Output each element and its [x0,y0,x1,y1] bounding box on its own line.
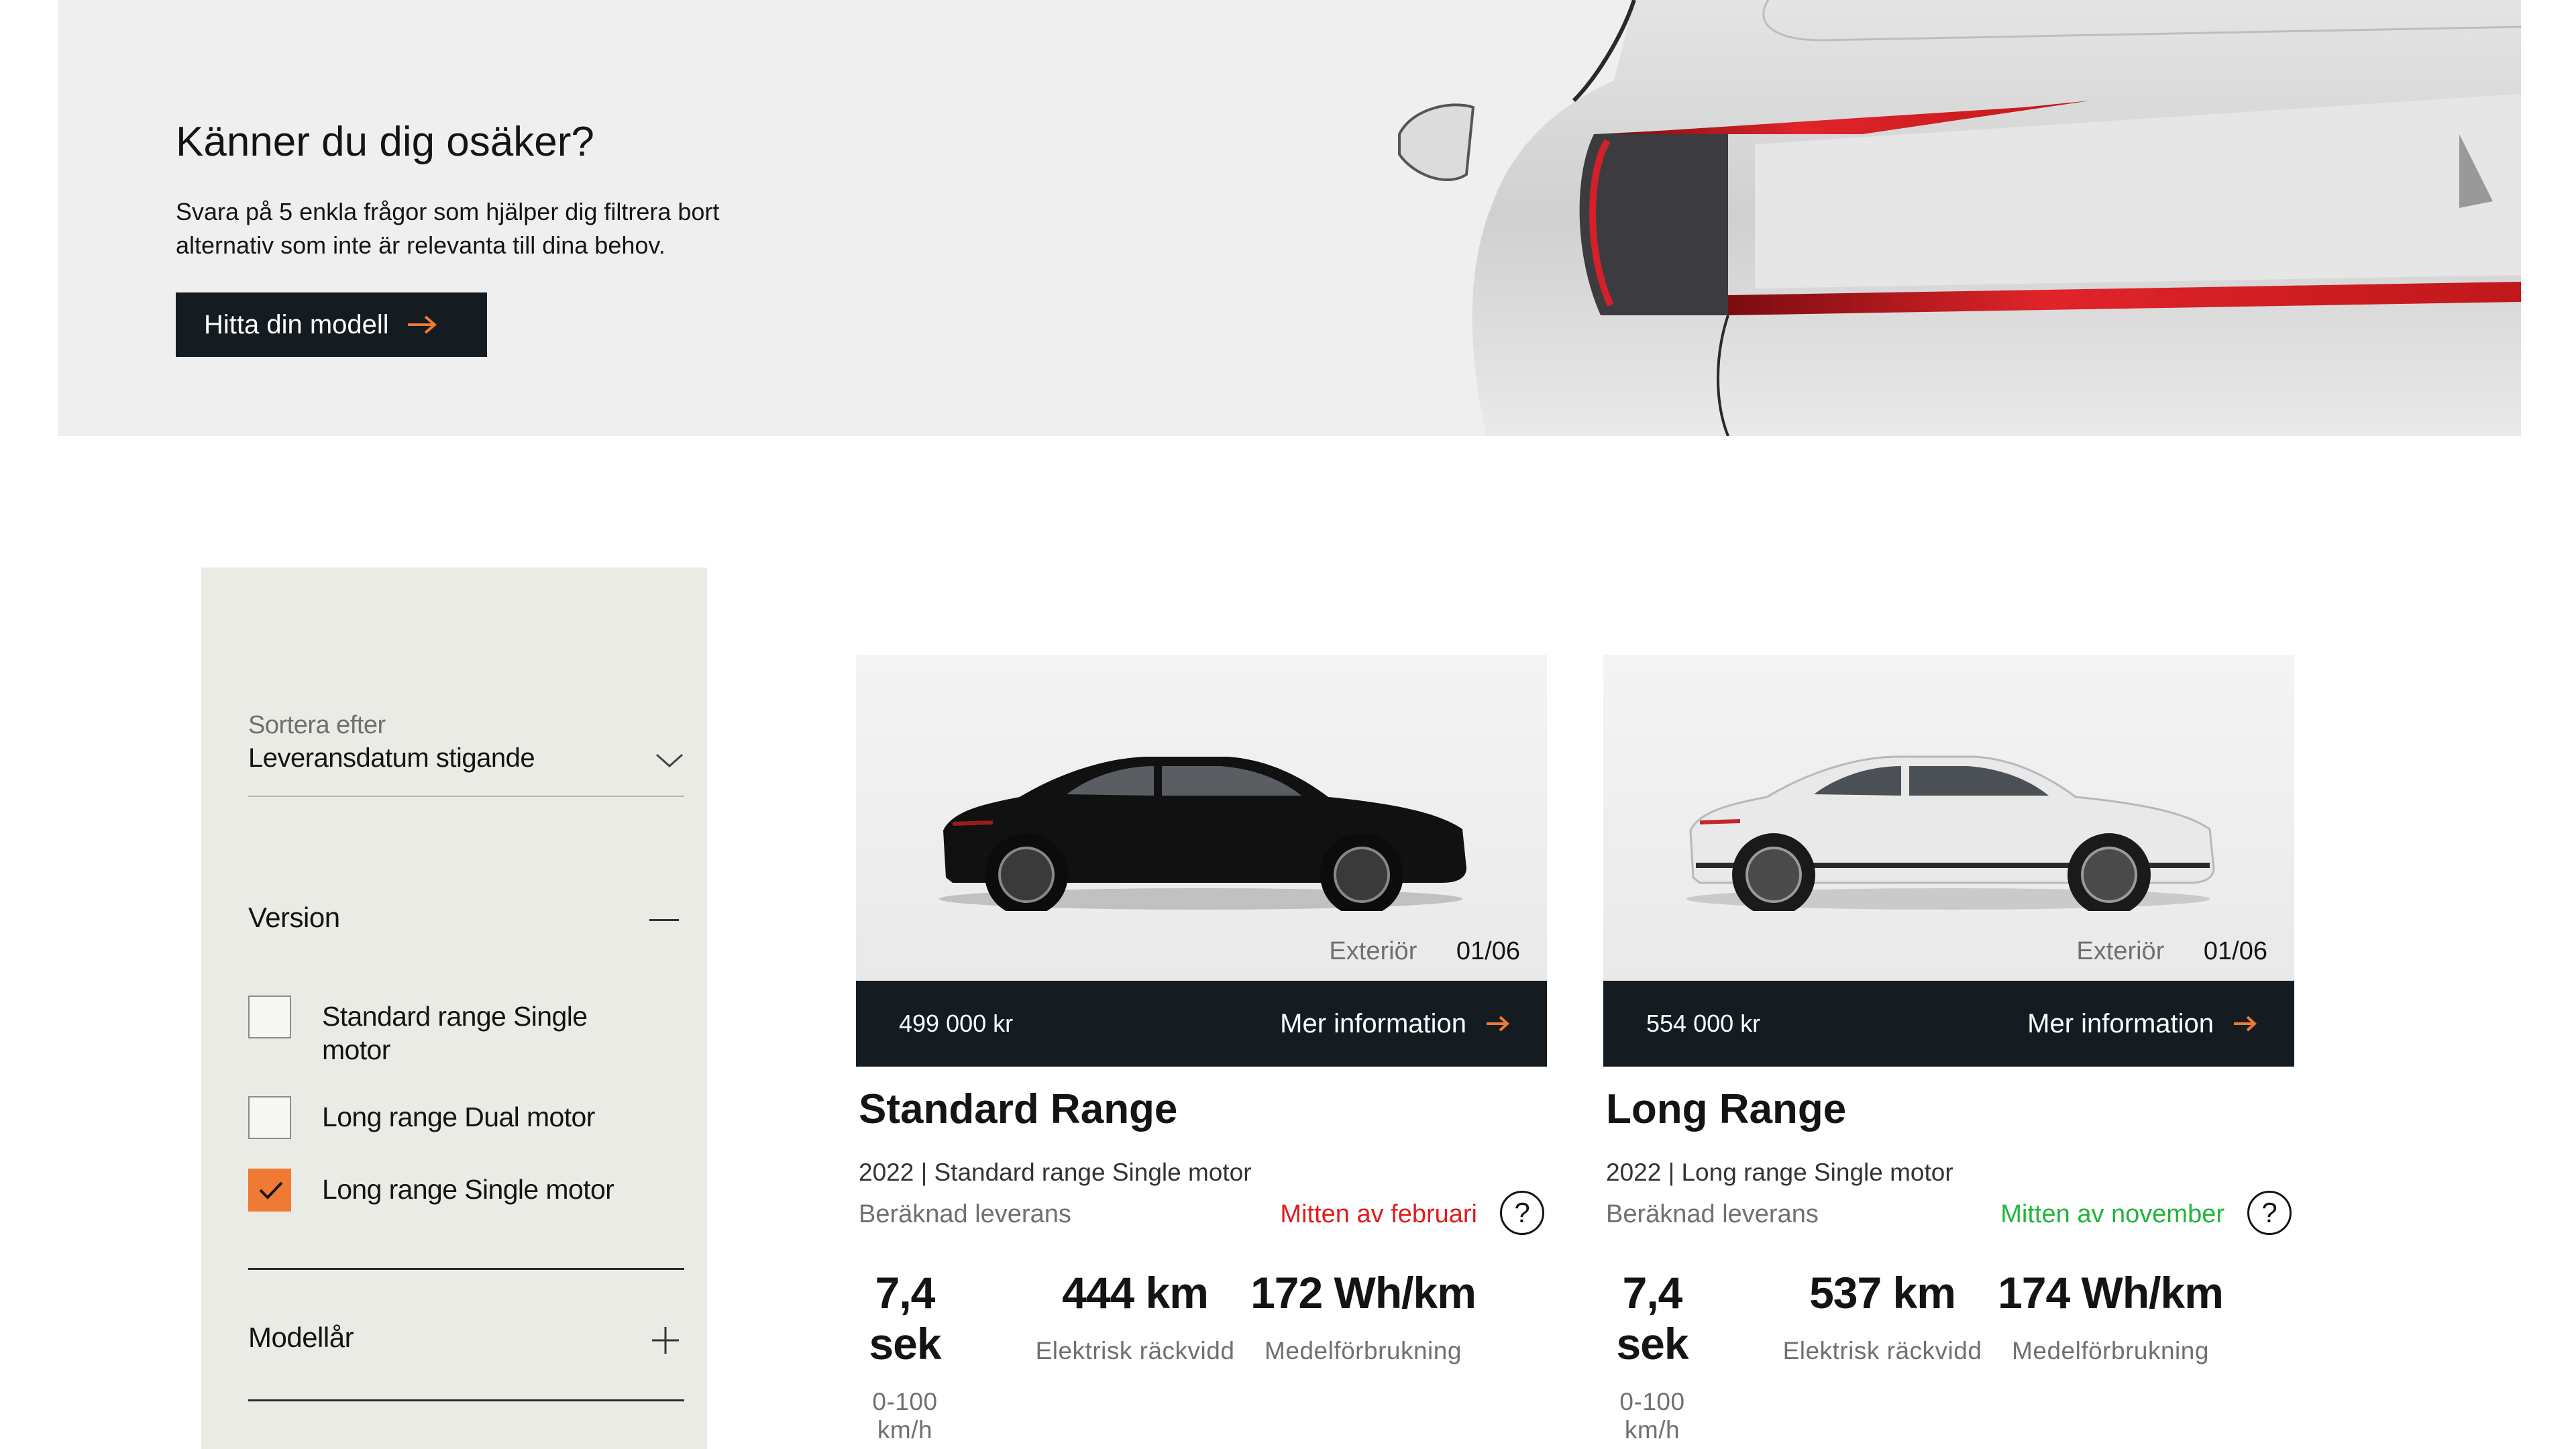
find-model-button[interactable]: Hitta din modell [176,292,487,357]
image-view-label: Exteriör [2076,937,2165,965]
spec-acceleration: 7,4 sek 0-100 km/h [1610,1267,1695,1444]
option-label: Standard range Single motor [322,1001,588,1065]
delivery-label: Beräknad leverans [859,1200,1071,1228]
spec-range: 444 km Elektrisk räckvidd [1008,1267,1263,1444]
help-icon[interactable]: ? [1500,1191,1544,1235]
delivery-row: Beräknad leverans Mitten av november ? [1606,1191,2294,1247]
help-icon[interactable]: ? [2247,1191,2292,1235]
hero-title: Känner du dig osäker? [176,119,594,165]
spec-label: Elektrisk räckvidd [1782,1337,1982,1364]
delivery-date: Mitten av november [2000,1200,2224,1228]
option-long-range-dual-motor[interactable]: Long range Dual motor [248,1096,684,1139]
car-card: Exteriör 01/06 554 000 kr Mer informatio… [1603,655,2294,1444]
option-label: Long range Dual motor [322,1102,595,1132]
more-info-link[interactable]: Mer information [1280,1009,1509,1039]
hero-text: Känner du dig osäker? Svara på 5 enkla f… [176,118,780,262]
specs: 7,4 sek 0-100 km/h 444 km Elektrisk räck… [856,1267,1547,1444]
sort-dropdown[interactable]: Leveransdatum stigande [248,743,684,797]
version-title: Version [248,902,340,933]
sort-label: Sortera efter [248,711,386,739]
spec-consumption: 172 Wh/km Medelförbrukning [1236,1267,1491,1444]
card-subtitle: 2022 | Long range Single motor [1606,1159,1953,1186]
spec-value: 172 Wh/km [1250,1268,1477,1318]
delivery-row: Beräknad leverans Mitten av februari ? [859,1191,1547,1247]
price-bar: 499 000 kr Mer information [856,981,1547,1067]
checkbox[interactable] [248,1096,291,1139]
version-section-toggle[interactable]: Version [248,902,684,942]
spec-value: 7,4 sek [869,1268,941,1368]
delivery-date: Mitten av februari [1280,1200,1477,1228]
checkbox-checked[interactable] [248,1169,291,1212]
spec-value: 537 km [1809,1268,1956,1318]
hero-subtitle: Svara på 5 enkla frågor som hjälper dig … [176,198,720,259]
model-year-title: Modellår [248,1322,354,1353]
hero-banner: Känner du dig osäker? Svara på 5 enkla f… [58,0,2521,436]
more-info-label: Mer information [2027,1008,2214,1038]
spec-range: 537 km Elektrisk räckvidd [1755,1267,2010,1444]
spec-label: 0-100 km/h [872,1388,938,1444]
car-image-black [939,757,1466,911]
sort-value: Leveransdatum stigande [248,743,535,773]
car-image-area[interactable]: Exteriör 01/06 [1603,655,2294,981]
card-subtitle: 2022 | Standard range Single motor [859,1159,1252,1186]
car-image-area[interactable]: Exteriör 01/06 [856,655,1547,981]
spec-value: 7,4 sek [1616,1268,1688,1368]
spec-label: 0-100 km/h [1619,1388,1685,1444]
minus-icon [649,919,679,921]
chevron-down-icon [655,753,684,768]
image-counter: 01/06 [2203,937,2267,965]
price: 499 000 kr [899,1010,1014,1037]
price-bar: 554 000 kr Mer information [1603,981,2294,1067]
plus-icon [652,1327,679,1354]
arrow-right-icon [2234,1016,2257,1032]
image-view-label: Exteriör [1329,937,1417,965]
divider [248,1268,684,1270]
image-counter: 01/06 [1456,937,1520,965]
price: 554 000 kr [1646,1010,1761,1037]
spec-value: 174 Wh/km [1998,1268,2224,1318]
option-label: Long range Single motor [322,1174,614,1205]
divider [248,1399,684,1401]
image-meta: Exteriör 01/06 [2076,937,2267,966]
card-title: Long Range [1606,1086,1847,1132]
arrow-right-icon [1487,1016,1509,1032]
filter-panel: Sortera efter Leveransdatum stigande Ver… [201,568,707,1449]
car-rear-image [1398,0,2521,436]
spec-label: Medelförbrukning [2012,1337,2209,1364]
find-model-button-label: Hitta din modell [204,309,389,339]
spec-value: 444 km [1062,1268,1209,1318]
card-title: Standard Range [859,1086,1178,1132]
car-card: Exteriör 01/06 499 000 kr Mer informatio… [856,655,1547,1444]
spec-label: Elektrisk räckvidd [1035,1337,1235,1364]
checkbox[interactable] [248,996,291,1038]
option-long-range-single-motor[interactable]: Long range Single motor [248,1169,684,1212]
option-standard-range-single-motor[interactable]: Standard range Single motor [248,996,684,1067]
image-meta: Exteriör 01/06 [1329,937,1520,966]
spec-consumption: 174 Wh/km Medelförbrukning [1983,1267,2238,1444]
car-image-white [1686,755,2215,911]
model-year-section-toggle[interactable]: Modellår [248,1322,684,1362]
spec-acceleration: 7,4 sek 0-100 km/h [863,1267,947,1444]
specs: 7,4 sek 0-100 km/h 537 km Elektrisk räck… [1603,1267,2294,1444]
spec-label: Medelförbrukning [1265,1337,1462,1364]
arrow-right-icon [407,315,437,334]
more-info-link[interactable]: Mer information [2027,1009,2257,1039]
checkmark-icon [259,1181,283,1199]
more-info-label: Mer information [1280,1008,1466,1038]
delivery-label: Beräknad leverans [1606,1200,1819,1228]
